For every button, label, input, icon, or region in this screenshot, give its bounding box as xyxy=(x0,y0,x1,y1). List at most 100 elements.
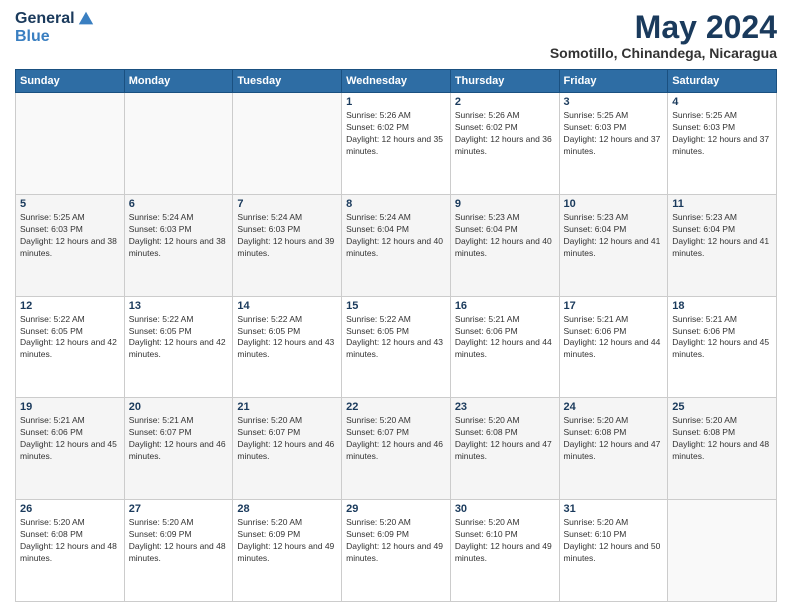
calendar-cell: 3 Sunrise: 5:25 AM Sunset: 6:03 PM Daylig… xyxy=(559,93,668,195)
day-info: Sunrise: 5:22 AM Sunset: 6:05 PM Dayligh… xyxy=(237,314,337,362)
day-number: 20 xyxy=(129,401,229,413)
calendar-cell xyxy=(124,93,233,195)
calendar-cell: 15 Sunrise: 5:22 AM Sunset: 6:05 PM Dayli… xyxy=(342,296,451,398)
calendar-cell: 6 Sunrise: 5:24 AM Sunset: 6:03 PM Daylig… xyxy=(124,194,233,296)
calendar-cell: 2 Sunrise: 5:26 AM Sunset: 6:02 PM Daylig… xyxy=(450,93,559,195)
day-info: Sunrise: 5:20 AM Sunset: 6:08 PM Dayligh… xyxy=(455,415,555,463)
day-info: Sunrise: 5:20 AM Sunset: 6:09 PM Dayligh… xyxy=(346,517,446,565)
day-info: Sunrise: 5:20 AM Sunset: 6:07 PM Dayligh… xyxy=(346,415,446,463)
day-info: Sunrise: 5:20 AM Sunset: 6:08 PM Dayligh… xyxy=(20,517,120,565)
logo-icon xyxy=(77,10,95,28)
calendar-cell: 29 Sunrise: 5:20 AM Sunset: 6:09 PM Dayli… xyxy=(342,500,451,602)
day-info: Sunrise: 5:26 AM Sunset: 6:02 PM Dayligh… xyxy=(346,110,446,158)
day-number: 8 xyxy=(346,198,446,210)
day-number: 11 xyxy=(672,198,772,210)
calendar-body: 1 Sunrise: 5:26 AM Sunset: 6:02 PM Daylig… xyxy=(16,93,777,602)
calendar-cell: 22Sunrise: 5:20 AM Sunset: 6:07 PM Dayli… xyxy=(342,398,451,500)
calendar-cell: 7Sunrise: 5:24 AM Sunset: 6:03 PM Daylig… xyxy=(233,194,342,296)
day-info: Sunrise: 5:22 AM Sunset: 6:05 PM Dayligh… xyxy=(129,314,229,362)
calendar-cell: 11 Sunrise: 5:23 AM Sunset: 6:04 PM Dayli… xyxy=(668,194,777,296)
day-number: 26 xyxy=(20,503,120,515)
calendar-cell: 12 Sunrise: 5:22 AM Sunset: 6:05 PM Dayli… xyxy=(16,296,125,398)
logo-text: General xyxy=(15,10,95,28)
calendar-cell: 4 Sunrise: 5:25 AM Sunset: 6:03 PM Daylig… xyxy=(668,93,777,195)
calendar-week-4: 26 Sunrise: 5:20 AM Sunset: 6:08 PM Dayli… xyxy=(16,500,777,602)
day-number: 10 xyxy=(564,198,664,210)
calendar-cell: 20Sunrise: 5:21 AM Sunset: 6:07 PM Dayli… xyxy=(124,398,233,500)
calendar-cell: 30Sunrise: 5:20 AM Sunset: 6:10 PM Dayli… xyxy=(450,500,559,602)
day-info: Sunrise: 5:21 AM Sunset: 6:06 PM Dayligh… xyxy=(672,314,772,362)
day-info: Sunrise: 5:20 AM Sunset: 6:09 PM Dayligh… xyxy=(129,517,229,565)
calendar-cell: 26 Sunrise: 5:20 AM Sunset: 6:08 PM Dayli… xyxy=(16,500,125,602)
calendar-cell: 24Sunrise: 5:20 AM Sunset: 6:08 PM Dayli… xyxy=(559,398,668,500)
calendar-cell: 8 Sunrise: 5:24 AM Sunset: 6:04 PM Daylig… xyxy=(342,194,451,296)
calendar-cell: 25 Sunrise: 5:20 AM Sunset: 6:08 PM Dayli… xyxy=(668,398,777,500)
day-info: Sunrise: 5:20 AM Sunset: 6:08 PM Dayligh… xyxy=(672,415,772,463)
day-info: Sunrise: 5:25 AM Sunset: 6:03 PM Dayligh… xyxy=(672,110,772,158)
day-info: Sunrise: 5:20 AM Sunset: 6:08 PM Dayligh… xyxy=(564,415,664,463)
calendar-cell: 18 Sunrise: 5:21 AM Sunset: 6:06 PM Dayli… xyxy=(668,296,777,398)
day-number: 12 xyxy=(20,300,120,312)
day-info: Sunrise: 5:25 AM Sunset: 6:03 PM Dayligh… xyxy=(20,212,120,260)
day-number: 3 xyxy=(564,96,664,108)
day-info: Sunrise: 5:25 AM Sunset: 6:03 PM Dayligh… xyxy=(564,110,664,158)
header-friday: Friday xyxy=(559,70,668,93)
calendar-cell: 16 Sunrise: 5:21 AM Sunset: 6:06 PM Dayli… xyxy=(450,296,559,398)
day-info: Sunrise: 5:23 AM Sunset: 6:04 PM Dayligh… xyxy=(672,212,772,260)
day-number: 6 xyxy=(129,198,229,210)
header-saturday: Saturday xyxy=(668,70,777,93)
day-number: 14 xyxy=(237,300,337,312)
day-info: Sunrise: 5:23 AM Sunset: 6:04 PM Dayligh… xyxy=(564,212,664,260)
calendar-week-3: 19Sunrise: 5:21 AM Sunset: 6:06 PM Dayli… xyxy=(16,398,777,500)
day-info: Sunrise: 5:22 AM Sunset: 6:05 PM Dayligh… xyxy=(20,314,120,362)
day-number: 1 xyxy=(346,96,446,108)
calendar-cell xyxy=(233,93,342,195)
day-info: Sunrise: 5:26 AM Sunset: 6:02 PM Dayligh… xyxy=(455,110,555,158)
day-info: Sunrise: 5:21 AM Sunset: 6:06 PM Dayligh… xyxy=(455,314,555,362)
day-number: 25 xyxy=(672,401,772,413)
day-info: Sunrise: 5:24 AM Sunset: 6:04 PM Dayligh… xyxy=(346,212,446,260)
calendar-cell xyxy=(16,93,125,195)
calendar-cell: 21 Sunrise: 5:20 AM Sunset: 6:07 PM Dayli… xyxy=(233,398,342,500)
day-info: Sunrise: 5:22 AM Sunset: 6:05 PM Dayligh… xyxy=(346,314,446,362)
calendar-week-1: 5Sunrise: 5:25 AM Sunset: 6:03 PM Daylig… xyxy=(16,194,777,296)
day-number: 4 xyxy=(672,96,772,108)
calendar-cell: 1 Sunrise: 5:26 AM Sunset: 6:02 PM Daylig… xyxy=(342,93,451,195)
calendar-week-0: 1 Sunrise: 5:26 AM Sunset: 6:02 PM Daylig… xyxy=(16,93,777,195)
day-info: Sunrise: 5:20 AM Sunset: 6:07 PM Dayligh… xyxy=(237,415,337,463)
calendar-cell: 19Sunrise: 5:21 AM Sunset: 6:06 PM Dayli… xyxy=(16,398,125,500)
calendar-cell: 28Sunrise: 5:20 AM Sunset: 6:09 PM Dayli… xyxy=(233,500,342,602)
day-info: Sunrise: 5:21 AM Sunset: 6:06 PM Dayligh… xyxy=(20,415,120,463)
day-number: 16 xyxy=(455,300,555,312)
header-row: Sunday Monday Tuesday Wednesday Thursday… xyxy=(16,70,777,93)
calendar-cell: 14 Sunrise: 5:22 AM Sunset: 6:05 PM Dayli… xyxy=(233,296,342,398)
calendar-week-2: 12 Sunrise: 5:22 AM Sunset: 6:05 PM Dayli… xyxy=(16,296,777,398)
month-title: May 2024 xyxy=(550,10,777,45)
day-number: 18 xyxy=(672,300,772,312)
day-number: 2 xyxy=(455,96,555,108)
day-number: 21 xyxy=(237,401,337,413)
day-info: Sunrise: 5:20 AM Sunset: 6:10 PM Dayligh… xyxy=(564,517,664,565)
day-number: 9 xyxy=(455,198,555,210)
location: Somotillo, Chinandega, Nicaragua xyxy=(550,45,777,61)
header-monday: Monday xyxy=(124,70,233,93)
header-tuesday: Tuesday xyxy=(233,70,342,93)
day-number: 29 xyxy=(346,503,446,515)
page: General Blue May 2024 Somotillo, Chinand… xyxy=(0,0,792,612)
calendar-cell: 17 Sunrise: 5:21 AM Sunset: 6:06 PM Dayli… xyxy=(559,296,668,398)
day-number: 27 xyxy=(129,503,229,515)
header-sunday: Sunday xyxy=(16,70,125,93)
header-wednesday: Wednesday xyxy=(342,70,451,93)
calendar-cell: 23 Sunrise: 5:20 AM Sunset: 6:08 PM Dayli… xyxy=(450,398,559,500)
day-info: Sunrise: 5:21 AM Sunset: 6:06 PM Dayligh… xyxy=(564,314,664,362)
logo: General Blue xyxy=(15,10,95,46)
day-info: Sunrise: 5:24 AM Sunset: 6:03 PM Dayligh… xyxy=(129,212,229,260)
day-number: 17 xyxy=(564,300,664,312)
day-number: 23 xyxy=(455,401,555,413)
logo-general-text: General xyxy=(15,10,75,28)
day-info: Sunrise: 5:23 AM Sunset: 6:04 PM Dayligh… xyxy=(455,212,555,260)
day-number: 15 xyxy=(346,300,446,312)
calendar-cell: 31Sunrise: 5:20 AM Sunset: 6:10 PM Dayli… xyxy=(559,500,668,602)
calendar-cell: 10 Sunrise: 5:23 AM Sunset: 6:04 PM Dayli… xyxy=(559,194,668,296)
day-number: 13 xyxy=(129,300,229,312)
